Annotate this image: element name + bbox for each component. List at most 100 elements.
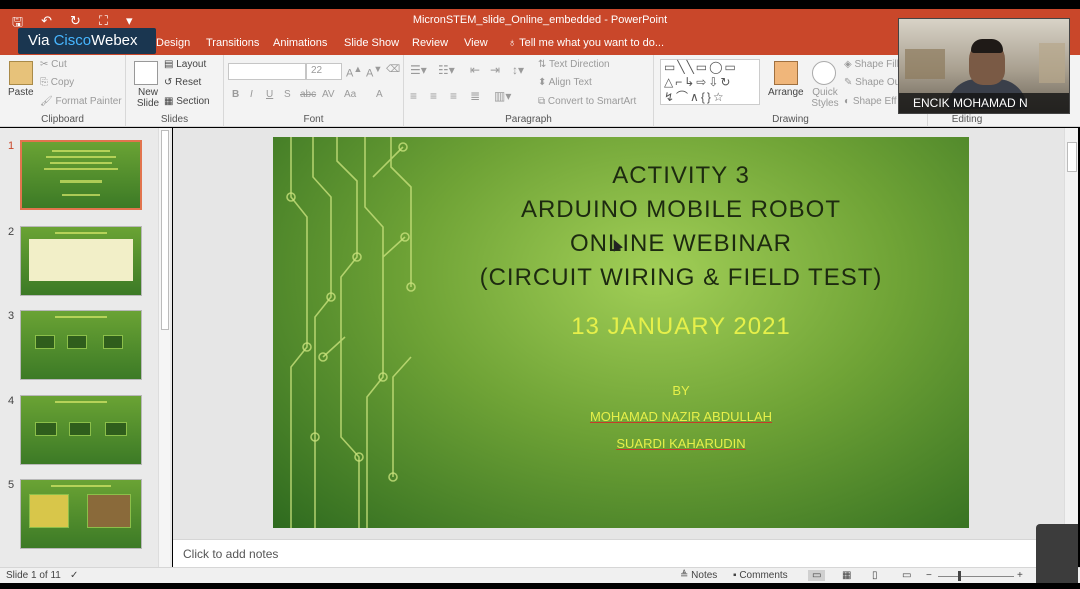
thumbnail-scroll-thumb[interactable] — [161, 130, 169, 330]
editor-scroll-thumb[interactable] — [1067, 142, 1077, 172]
webex-side-panel[interactable] — [1036, 524, 1078, 583]
thumb-number-4: 4 — [8, 395, 15, 407]
thumbnail-scrollbar[interactable] — [158, 128, 170, 567]
slide-thumbnail-1[interactable] — [20, 140, 142, 210]
participant-video[interactable]: ENCIK MOHAMAD N — [898, 18, 1070, 114]
align-text-button[interactable]: ⬍ Align Text — [538, 77, 592, 88]
slide-thumbnail-4[interactable] — [20, 395, 142, 465]
increase-indent-icon[interactable]: ⇥ — [490, 63, 500, 77]
slide-thumbnail-3[interactable] — [20, 310, 142, 380]
decrease-indent-icon[interactable]: ⇤ — [470, 63, 480, 77]
zoom-out-icon[interactable]: − — [926, 570, 932, 581]
slide-author-2-text: SUARDI KAHARUDIN — [616, 436, 746, 451]
tab-view[interactable]: View — [464, 37, 488, 49]
new-slide-button[interactable]: New Slide — [132, 87, 164, 109]
notes-toggle-label: Notes — [691, 570, 718, 581]
paragraph-group: ☰▾ ☷▾ ⇤ ⇥ ↕▾ ⇅ Text Direction ⬍ Align Te… — [404, 55, 654, 127]
underline-button[interactable]: U — [266, 89, 273, 100]
normal-view-icon[interactable]: ▭ — [808, 570, 826, 581]
reading-view-icon[interactable]: ▯ — [872, 570, 878, 581]
grow-font-icon[interactable]: A▲ — [346, 64, 362, 80]
clipboard-group-label: Clipboard — [41, 114, 84, 125]
comments-toggle-label: Comments — [739, 570, 788, 581]
tell-me-search[interactable]: ♁ Tell me what you want to do... — [508, 37, 664, 49]
paint-bucket-icon: ◈ — [844, 59, 855, 70]
clear-formatting-icon[interactable]: ⌫ — [386, 64, 400, 75]
shapes-gallery[interactable]: ▭╲╲▭◯▭ △⌐↳⇨⇩↻ ↯⌒∧{}☆ — [660, 59, 760, 105]
quick-styles-icon[interactable] — [812, 61, 836, 85]
tab-design[interactable]: Design — [156, 37, 190, 49]
quick-styles-button[interactable]: Quick Styles — [808, 87, 842, 109]
slide-by: BY — [672, 383, 690, 398]
align-center-icon[interactable]: ≡ — [430, 89, 437, 103]
section-label: Section — [176, 96, 210, 107]
bullets-icon[interactable]: ☰▾ — [410, 63, 427, 77]
shape-outline-button[interactable]: ✎ Shape Out — [844, 77, 903, 88]
font-size-field[interactable]: 22 — [306, 63, 342, 80]
align-right-icon[interactable]: ≡ — [450, 89, 457, 103]
reset-label: Reset — [175, 77, 202, 88]
webex-banner: Via CiscoWebex — [18, 28, 156, 54]
cut-button[interactable]: ✂ Cut — [40, 59, 67, 70]
justify-icon[interactable]: ≣ — [470, 89, 480, 103]
align-left-icon[interactable]: ≡ — [410, 89, 417, 103]
editor-scrollbar[interactable] — [1064, 128, 1078, 539]
bold-button[interactable]: B — [232, 89, 239, 100]
notes-placeholder: Click to add notes — [183, 547, 279, 561]
notes-toggle[interactable]: ≜ Notes — [680, 570, 717, 581]
tab-slide-show[interactable]: Slide Show — [344, 37, 399, 49]
smartart-button[interactable]: ⧉ Convert to SmartArt — [538, 96, 636, 107]
zoom-slider-thumb[interactable] — [958, 571, 961, 581]
slide-counter: Slide 1 of 11 — [6, 570, 61, 581]
notes-pane[interactable]: Click to add notes — [173, 539, 1064, 567]
new-slide-icon[interactable] — [134, 61, 158, 85]
copy-button[interactable]: ⎘ Copy — [40, 77, 74, 88]
tab-review[interactable]: Review — [412, 37, 448, 49]
shape-effects-button[interactable]: ◐ Shape Eff — [844, 96, 897, 107]
scissors-icon: ✂ — [40, 59, 52, 70]
slide-thumbnail-2[interactable] — [20, 226, 142, 296]
reset-button[interactable]: ↺ Reset — [164, 77, 201, 88]
copy-label: Copy — [50, 77, 75, 88]
change-case-button[interactable]: Aa — [344, 89, 356, 100]
tab-animations[interactable]: Animations — [273, 37, 327, 49]
zoom-slider[interactable] — [938, 576, 1014, 577]
numbering-icon[interactable]: ☷▾ — [438, 63, 455, 77]
slide-thumbnail-5[interactable] — [20, 479, 142, 549]
tab-transitions[interactable]: Transitions — [206, 37, 259, 49]
slide-title-line-2: ARDUINO MOBILE ROBOT — [520, 196, 842, 223]
font-color-button[interactable]: A — [376, 89, 383, 100]
char-spacing-button[interactable]: AV — [322, 89, 335, 100]
smartart-label: Convert to SmartArt — [547, 96, 637, 107]
cut-label: Cut — [51, 59, 67, 70]
italic-button[interactable]: I — [250, 89, 253, 100]
section-button[interactable]: ▦ Section — [164, 96, 210, 107]
slide-sorter-icon[interactable]: ▦ — [842, 570, 851, 581]
strikethrough-button[interactable]: abc — [300, 89, 316, 100]
font-family-field[interactable] — [228, 63, 306, 80]
spellcheck-icon[interactable]: ✓ — [70, 570, 78, 581]
zoom-in-icon[interactable]: + — [1017, 570, 1023, 581]
slideshow-view-icon[interactable]: ▭ — [902, 570, 911, 581]
shadow-button[interactable]: S — [284, 89, 291, 100]
layout-button[interactable]: ▤ Layout — [164, 59, 206, 70]
shape-fill-button[interactable]: ◈ Shape Fill — [844, 59, 899, 70]
shrink-font-icon[interactable]: A▼ — [366, 64, 382, 80]
text-direction-icon: ⇅ — [538, 59, 549, 70]
slide-canvas[interactable]: ACTIVITY 3 ARDUINO MOBILE ROBOT ONLINE W… — [273, 137, 969, 528]
format-painter-button[interactable]: 🖌 Format Painter — [40, 96, 122, 107]
comments-toggle[interactable]: ▪ Comments — [733, 570, 788, 581]
line-spacing-icon[interactable]: ↕▾ — [512, 63, 524, 77]
paste-icon[interactable] — [9, 61, 33, 85]
slides-group: New Slide ▤ Layout ↺ Reset ▦ Section Sli… — [126, 55, 224, 127]
slide-title: ACTIVITY 3 ARDUINO MOBILE ROBOT ONLINE W… — [423, 159, 939, 295]
slide-thumbnail-pane: 1 2 3 4 5 — [0, 128, 172, 567]
arrange-button[interactable]: Arrange — [768, 87, 804, 98]
paste-button[interactable]: Paste — [8, 87, 34, 98]
slide-title-line-3: ONLINE WEBINAR — [569, 230, 793, 257]
columns-icon[interactable]: ▥▾ — [494, 89, 511, 103]
text-direction-button[interactable]: ⇅ Text Direction — [538, 59, 610, 70]
arrange-icon[interactable] — [774, 61, 798, 85]
layout-label: Layout — [176, 59, 207, 70]
shape-fill-label: Shape Fill — [854, 59, 899, 70]
